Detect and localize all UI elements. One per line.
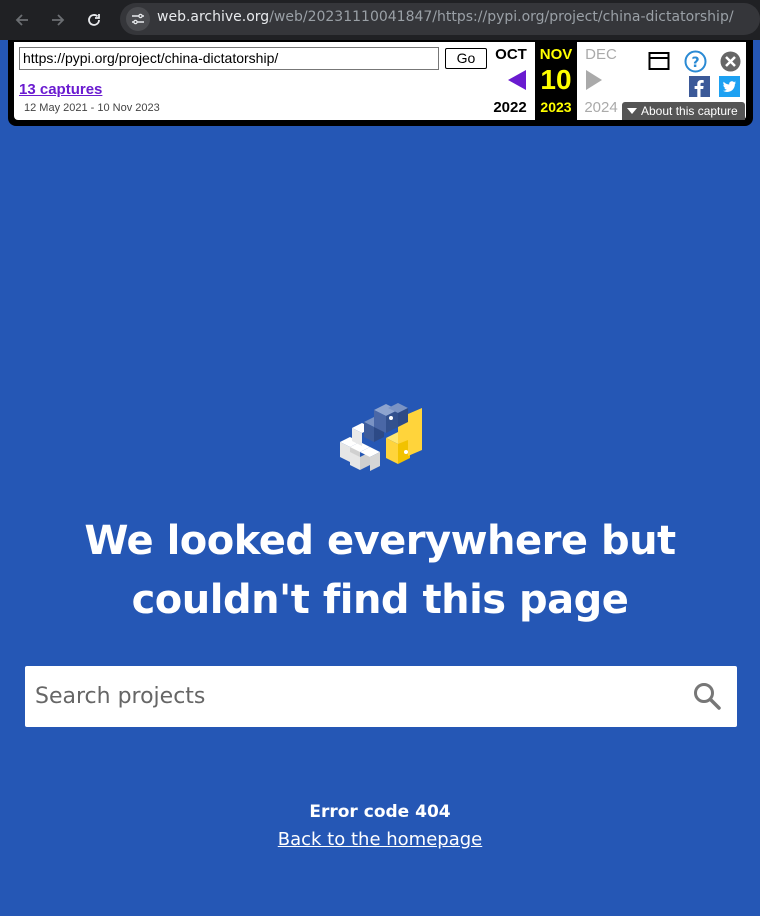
about-capture-button[interactable]: About this capture [622, 102, 745, 120]
capture-range: 12 May 2021 - 10 Nov 2023 [24, 102, 160, 114]
site-settings-icon[interactable] [126, 7, 150, 31]
search-icon [694, 683, 721, 710]
current-year: 2023 [540, 99, 572, 115]
captures-link[interactable]: 13 captures [19, 81, 102, 98]
forward-arrow-icon[interactable] [46, 8, 70, 32]
close-icon[interactable] [719, 50, 742, 73]
search-input[interactable] [35, 666, 675, 727]
url-host: web.archive.org [157, 9, 270, 25]
back-arrow-icon[interactable] [10, 8, 34, 32]
help-icon[interactable]: ? [684, 50, 707, 73]
back-to-homepage-link[interactable]: Back to the homepage [0, 829, 760, 850]
browser-toolbar: web.archive.org/web/20231110041847/https… [0, 0, 760, 40]
search-box [25, 666, 737, 727]
current-day: 10 [540, 64, 572, 95]
current-month: NOV [539, 46, 573, 63]
search-button[interactable] [689, 678, 725, 714]
about-capture-label: About this capture [641, 104, 738, 118]
address-url: web.archive.org/web/20231110041847/https… [157, 9, 734, 25]
prev-year[interactable]: 2022 [489, 99, 531, 116]
go-button[interactable]: Go [445, 48, 487, 69]
twitter-icon[interactable] [719, 76, 740, 97]
svg-text:?: ? [691, 55, 699, 71]
previous-capture-arrow-icon[interactable] [508, 70, 526, 90]
next-year: 2024 [584, 99, 618, 116]
address-bar[interactable]: web.archive.org/web/20231110041847/https… [120, 3, 760, 35]
dropdown-triangle-icon [627, 108, 637, 114]
pypi-logo [338, 400, 424, 474]
wayback-url-input[interactable]: https://pypi.org/project/china-dictators… [19, 47, 439, 70]
next-month: DEC [585, 46, 617, 63]
facebook-icon[interactable] [689, 76, 710, 97]
page-headline: We looked everywhere but couldn't find t… [84, 518, 676, 623]
reload-icon[interactable] [82, 8, 106, 32]
calendar-view-icon[interactable] [648, 51, 670, 71]
next-capture-arrow-icon [586, 70, 602, 90]
error-code: Error code 404 [309, 802, 451, 822]
url-path: /web/20231110041847/https://pypi.org/pro… [269, 9, 734, 25]
prev-month[interactable]: OCT [490, 46, 532, 63]
